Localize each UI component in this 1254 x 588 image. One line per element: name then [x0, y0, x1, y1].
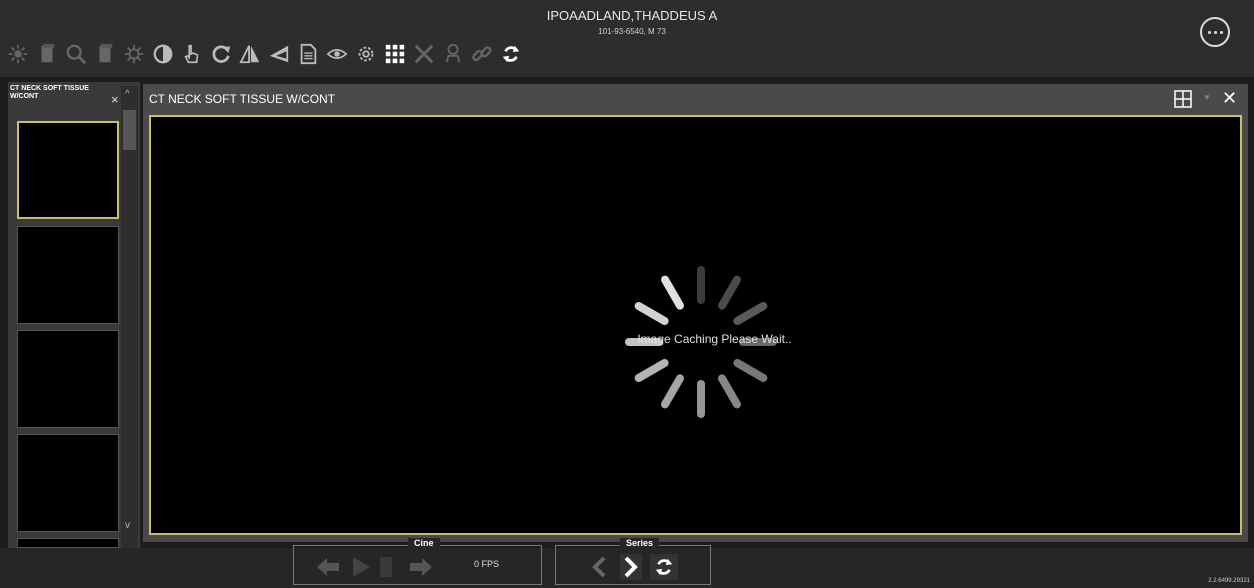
- pan-hand-icon[interactable]: [179, 41, 205, 67]
- series-next-icon[interactable]: [620, 554, 642, 580]
- cine-controls: Cine 0 FPS: [293, 538, 542, 585]
- viewer-title: CT NECK SOFT TISSUE W/CONT: [149, 92, 336, 106]
- link-icon[interactable]: [469, 41, 495, 67]
- spinner-segment: [634, 302, 669, 325]
- patient-details: 101-93-6540, M 73: [598, 27, 666, 36]
- spinner-segment: [661, 374, 684, 409]
- series-prev-icon[interactable]: [588, 554, 610, 580]
- series-sync-icon[interactable]: [650, 554, 678, 580]
- spinner-segment: [718, 374, 741, 409]
- brightness-icon[interactable]: [5, 41, 31, 67]
- invert-light-icon[interactable]: [121, 41, 147, 67]
- loading-message: Image Caching Please Wait..: [637, 332, 792, 346]
- grid-icon[interactable]: [382, 41, 408, 67]
- anatomy-icon[interactable]: [440, 41, 466, 67]
- stack2-icon[interactable]: [92, 41, 118, 67]
- image-viewport[interactable]: Image Caching Please Wait..: [149, 115, 1242, 535]
- spinner-segment: [661, 275, 684, 310]
- series-thumbnail[interactable]: [17, 434, 119, 532]
- series-thumbnail[interactable]: [17, 121, 119, 219]
- series-thumbnail[interactable]: [17, 330, 119, 428]
- series-panel-title: CT NECK SOFT TISSUE W/CONT: [10, 85, 89, 100]
- eye-icon[interactable]: [324, 41, 350, 67]
- spinner-segment: [718, 275, 741, 310]
- layout-grid-icon[interactable]: [1174, 90, 1192, 108]
- sync-icon[interactable]: [498, 41, 524, 67]
- image-viewer: CT NECK SOFT TISSUE W/CONT ▼ ✕ Image Cac…: [143, 84, 1248, 542]
- cine-prev-icon[interactable]: [314, 554, 342, 580]
- spinner-segment: [733, 302, 768, 325]
- rotate-icon[interactable]: [208, 41, 234, 67]
- spinner-segment: [634, 359, 669, 382]
- top-bar: IPOAADLAND,THADDEUS A 101-93-6540, M 73: [0, 0, 1254, 77]
- series-scrollbar[interactable]: ^ v: [121, 86, 138, 548]
- scroll-up-icon[interactable]: ^: [125, 89, 130, 100]
- settings-icon[interactable]: [353, 41, 379, 67]
- cine-play-icon[interactable]: [348, 554, 374, 580]
- flip-icon[interactable]: [237, 41, 263, 67]
- scrollbar-thumb[interactable]: [123, 110, 136, 150]
- angle-icon[interactable]: [266, 41, 292, 67]
- series-thumbnail[interactable]: [17, 226, 119, 324]
- cine-next-icon[interactable]: [406, 554, 436, 580]
- cine-stop-icon[interactable]: [378, 554, 394, 580]
- contrast-icon[interactable]: [150, 41, 176, 67]
- version-label: 2.2.6499.29321: [1208, 578, 1250, 584]
- stack-icon[interactable]: [34, 41, 60, 67]
- patient-name: IPOAADLAND,THADDEUS A: [546, 8, 718, 23]
- toolbar: [5, 38, 527, 70]
- series-label: Series: [620, 538, 660, 548]
- cine-label: Cine: [408, 538, 440, 548]
- more-options-icon[interactable]: [1200, 17, 1230, 47]
- cine-fps: 0 FPS: [474, 559, 500, 569]
- tools-icon[interactable]: [411, 41, 437, 67]
- series-thumbnail[interactable]: [17, 538, 119, 548]
- zoom-icon[interactable]: [63, 41, 89, 67]
- document-icon[interactable]: [295, 41, 321, 67]
- spinner-segment: [733, 359, 768, 382]
- layout-dropdown-icon[interactable]: ▼: [1203, 93, 1211, 102]
- series-controls: Series: [555, 538, 711, 585]
- scroll-down-icon[interactable]: v: [125, 520, 130, 531]
- viewer-close-button[interactable]: ✕: [1222, 88, 1237, 109]
- series-panel-close-button[interactable]: ×: [111, 92, 119, 107]
